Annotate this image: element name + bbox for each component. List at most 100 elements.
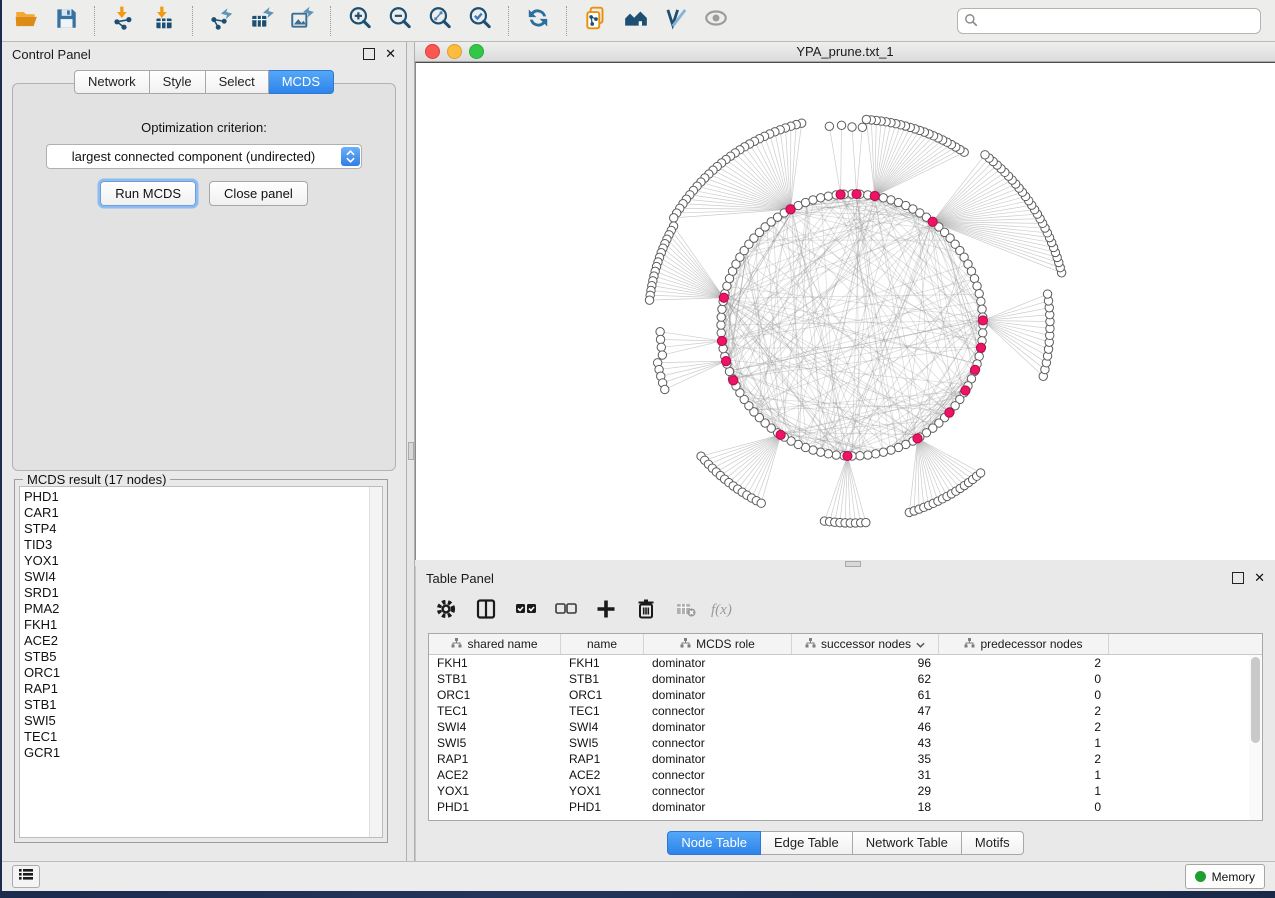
memory-button[interactable]: Memory — [1185, 864, 1265, 889]
tab-style[interactable]: Style — [150, 70, 206, 94]
mcds-node-item[interactable]: PMA2 — [24, 601, 368, 617]
tab-motifs[interactable]: Motifs — [962, 831, 1024, 855]
export-table-button[interactable] — [242, 4, 282, 38]
import-table-button[interactable] — [144, 4, 184, 38]
column-header-predecessor-nodes[interactable]: predecessor nodes — [939, 634, 1109, 654]
export-image-button[interactable] — [282, 4, 322, 38]
tab-node-table[interactable]: Node Table — [667, 831, 761, 855]
close-panel-button[interactable]: Close panel — [209, 181, 308, 206]
float-panel-icon[interactable] — [363, 48, 375, 60]
memory-button-label: Memory — [1212, 870, 1255, 884]
first-network-button[interactable] — [576, 4, 616, 38]
table-row[interactable]: ACE2ACE2connector311 — [429, 767, 1262, 783]
table-row[interactable]: ORC1ORC1dominator610 — [429, 687, 1262, 703]
close-panel-icon[interactable]: ✕ — [385, 49, 396, 59]
function-builder-button[interactable]: f(x) — [708, 596, 744, 628]
table-row[interactable]: SWI4SWI4dominator462 — [429, 719, 1262, 735]
table-panel: Table Panel ✕ f(x) s — [415, 566, 1275, 861]
vertical-splitter[interactable] — [406, 42, 415, 861]
scrollbar-thumb[interactable] — [1251, 657, 1260, 743]
open-icon — [13, 5, 39, 36]
zoom-in-button[interactable] — [340, 4, 380, 38]
horizontal-splitter[interactable] — [415, 560, 1275, 566]
delete-table-button[interactable] — [668, 596, 704, 628]
tab-mcds[interactable]: MCDS — [269, 70, 334, 94]
neighbors-icon — [623, 5, 649, 36]
search-input[interactable] — [957, 8, 1261, 34]
splitter-handle[interactable] — [408, 442, 414, 460]
mcds-node-item[interactable]: RAP1 — [24, 681, 368, 697]
table-row[interactable]: FKH1FKH1dominator962 — [429, 655, 1262, 671]
mcds-node-item[interactable]: TEC1 — [24, 729, 368, 745]
export-table-icon — [249, 5, 275, 36]
mcds-node-item[interactable]: SWI5 — [24, 713, 368, 729]
delete-column-button[interactable] — [628, 596, 664, 628]
save-button[interactable] — [46, 4, 86, 38]
table-row[interactable]: SWI5SWI5connector431 — [429, 735, 1262, 751]
zoom-fit-button[interactable] — [420, 4, 460, 38]
mcds-node-item[interactable]: STB1 — [24, 697, 368, 713]
tab-network-table[interactable]: Network Table — [853, 831, 962, 855]
network-graph[interactable] — [416, 63, 1275, 559]
eye-button[interactable] — [696, 4, 736, 38]
tab-select[interactable]: Select — [206, 70, 269, 94]
search-field[interactable] — [957, 8, 1261, 34]
sort-desc-icon — [916, 637, 925, 651]
tab-network[interactable]: Network — [74, 70, 150, 94]
table-row[interactable]: RAP1RAP1dominator352 — [429, 751, 1262, 767]
column-header-name[interactable]: name — [561, 634, 644, 654]
float-panel-icon[interactable] — [1232, 572, 1244, 584]
mcds-node-item[interactable]: YOX1 — [24, 553, 368, 569]
neighbors-button[interactable] — [616, 4, 656, 38]
table-panel-title: Table Panel — [426, 571, 1232, 586]
column-header-shared-name[interactable]: shared name — [429, 634, 561, 654]
toolbar-separator — [94, 6, 96, 36]
column-header-mcds-role[interactable]: MCDS role — [644, 634, 792, 654]
mcds-node-item[interactable]: TID3 — [24, 537, 368, 553]
network-canvas[interactable] — [415, 62, 1275, 560]
mcds-node-item[interactable]: SRD1 — [24, 585, 368, 601]
mcds-node-item[interactable]: ORC1 — [24, 665, 368, 681]
mcds-node-item[interactable]: CAR1 — [24, 505, 368, 521]
task-history-button[interactable] — [12, 865, 40, 888]
show-columns-button[interactable] — [468, 596, 504, 628]
zoom-selected-button[interactable] — [460, 4, 500, 38]
mcds-node-item[interactable]: GCR1 — [24, 745, 368, 761]
table-row[interactable]: TEC1TEC1connector472 — [429, 703, 1262, 719]
toolbar-separator — [508, 6, 510, 36]
mcds-list-scrollbar[interactable] — [369, 487, 382, 837]
mcds-node-item[interactable]: FKH1 — [24, 617, 368, 633]
table-row[interactable]: PHD1PHD1dominator180 — [429, 799, 1262, 815]
mcds-node-item[interactable]: SWI4 — [24, 569, 368, 585]
status-bar: Memory — [2, 861, 1275, 891]
zoom-out-button[interactable] — [380, 4, 420, 38]
mcds-node-item[interactable]: ACE2 — [24, 633, 368, 649]
optimization-criterion-select[interactable]: largest connected component (undirected) — [46, 144, 362, 169]
toolbar-separator — [566, 6, 568, 36]
table-body: FKH1FKH1dominator962STB1STB1dominator620… — [429, 655, 1262, 815]
mcds-node-item[interactable]: STP4 — [24, 521, 368, 537]
export-network-button[interactable] — [202, 4, 242, 38]
splitter-handle[interactable] — [845, 561, 861, 567]
close-panel-icon[interactable]: ✕ — [1254, 573, 1265, 583]
table-settings-button[interactable] — [428, 596, 464, 628]
add-column-button[interactable] — [588, 596, 624, 628]
open-button[interactable] — [6, 4, 46, 38]
table-row[interactable]: YOX1YOX1connector291 — [429, 783, 1262, 799]
table-row[interactable]: STB1STB1dominator620 — [429, 671, 1262, 687]
mcds-result-list[interactable]: PHD1CAR1STP4TID3YOX1SWI4SRD1PMA2FKH1ACE2… — [19, 486, 383, 838]
import-network-button[interactable] — [104, 4, 144, 38]
network-window-title: YPA_prune.txt_1 — [415, 44, 1275, 59]
deselect-all-button[interactable] — [548, 596, 584, 628]
run-mcds-button[interactable]: Run MCDS — [100, 181, 196, 206]
mcds-node-item[interactable]: PHD1 — [24, 489, 368, 505]
delete-row-icon — [634, 597, 658, 626]
mcds-node-item[interactable]: STB5 — [24, 649, 368, 665]
list-icon — [18, 867, 34, 886]
select-all-button[interactable] — [508, 596, 544, 628]
table-scrollbar[interactable] — [1249, 655, 1262, 820]
refresh-button[interactable] — [518, 4, 558, 38]
column-header-successor-nodes[interactable]: successor nodes — [792, 634, 939, 654]
style-button[interactable] — [656, 4, 696, 38]
tab-edge-table[interactable]: Edge Table — [761, 831, 853, 855]
